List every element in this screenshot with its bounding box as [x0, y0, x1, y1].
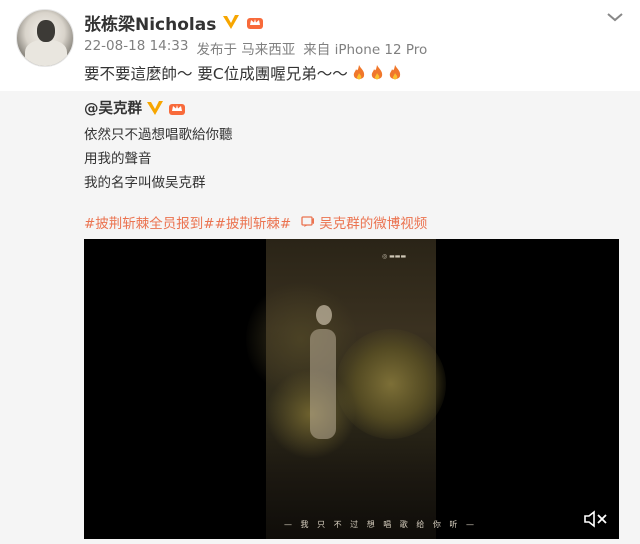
avatar-figure-head — [37, 20, 55, 42]
fire-emoji-icon — [353, 65, 364, 80]
fire-emoji-icon — [389, 65, 400, 80]
video-player[interactable]: ◎ ▬▬▬ — 我 只 不 过 想 唱 歌 给 你 听 — — [84, 239, 619, 539]
verified-v-icon — [223, 15, 240, 29]
hashtag-link[interactable]: #披荆斩棘全员报到# — [84, 212, 215, 232]
post-content: 要不要這麼帥～ 要C位成團喔兄弟～～ — [84, 62, 402, 84]
repost-line: 我的名字叫做吴克群 — [84, 175, 206, 191]
person-head — [316, 305, 332, 325]
crown-icon — [247, 18, 264, 29]
avatar-figure-body — [25, 40, 67, 66]
crown-icon — [169, 103, 185, 115]
repost-author-row: @吴克群 — [84, 97, 186, 118]
post-device: 来自 iPhone 12 Pro — [303, 42, 428, 58]
video-subtitle: — 我 只 不 过 想 唱 歌 给 你 听 — — [284, 520, 477, 529]
video-link[interactable]: 吴克群的微博视频 — [301, 212, 427, 232]
video-link-icon — [301, 216, 315, 227]
video-frame: ◎ ▬▬▬ — 我 只 不 过 想 唱 歌 给 你 听 — — [246, 239, 474, 539]
author-name[interactable]: 张栋梁Nicholas — [84, 10, 216, 35]
person-figure — [310, 329, 336, 439]
post-meta: 22-08-18 14:33 发布于 马来西亚 来自 iPhone 12 Pro — [84, 38, 427, 58]
author-row: 张栋梁Nicholas — [84, 9, 264, 35]
video-watermark-logo: ◎ ▬▬▬ — [382, 253, 407, 260]
repost-tags: #披荆斩棘全员报到# #披荆斩棘# 吴克群的微博视频 — [84, 212, 427, 232]
avatar[interactable] — [16, 9, 74, 67]
repost-card[interactable]: @吴克群 依然只不過想唱歌給你聽 用我的聲音 我的名字叫做吴克群 #披荆斩棘全员… — [0, 91, 640, 544]
chevron-down-icon[interactable] — [606, 10, 624, 24]
verified-v-icon — [147, 100, 163, 115]
post-location: 发布于 马来西亚 — [196, 42, 296, 58]
fire-emoji-icon — [371, 65, 382, 80]
hashtag-link[interactable]: #披荆斩棘# — [215, 212, 292, 232]
repost-line: 依然只不過想唱歌給你聽 — [84, 127, 233, 143]
repost-line: 用我的聲音 — [84, 151, 152, 167]
video-link-label: 吴克群的微博视频 — [319, 216, 428, 232]
post-text: 要不要這麼帥～ 要C位成團喔兄弟～～ — [84, 65, 348, 83]
post-time[interactable]: 22-08-18 14:33 — [84, 38, 188, 58]
repost-author[interactable]: @吴克群 — [84, 97, 142, 118]
mute-icon[interactable] — [583, 509, 609, 529]
